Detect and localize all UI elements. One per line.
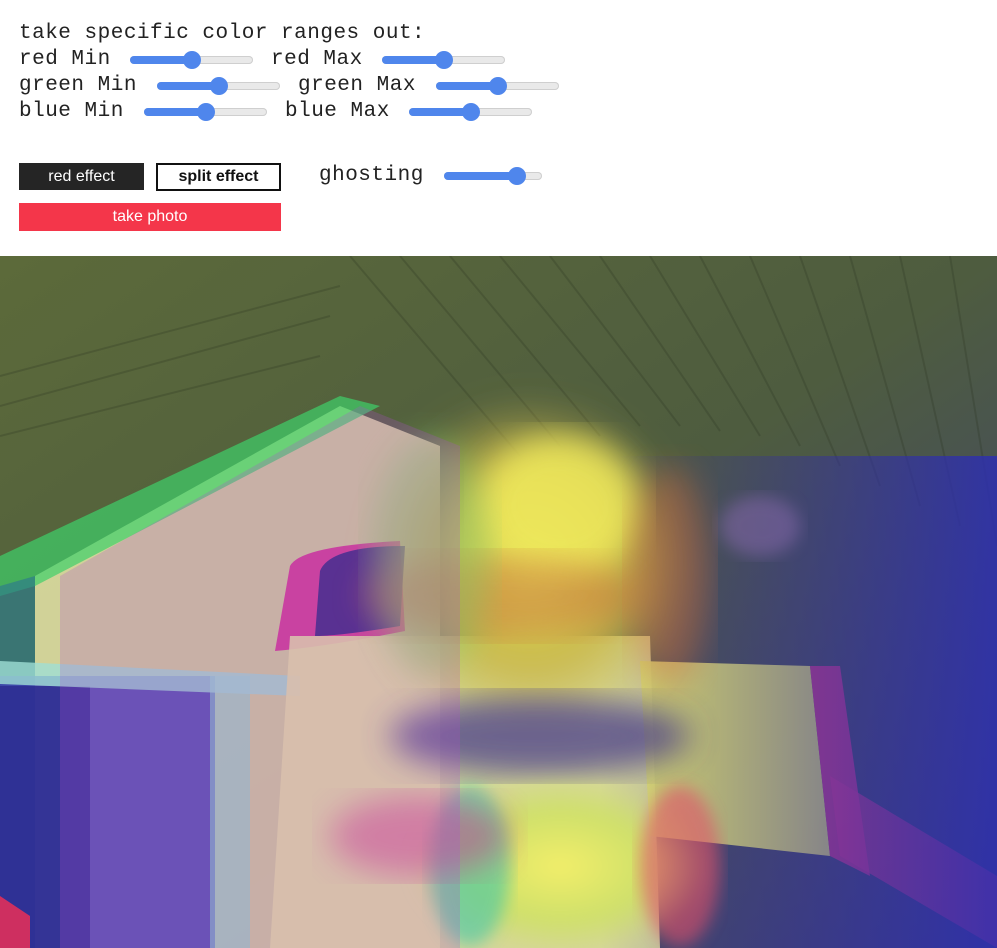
green-max-slider[interactable] xyxy=(436,77,559,95)
heading-text: take specific color ranges out: xyxy=(19,22,426,45)
controls-panel: take specific color ranges out: red Min … xyxy=(0,0,997,256)
slider-thumb[interactable] xyxy=(508,167,526,185)
slider-thumb[interactable] xyxy=(196,103,215,121)
blue-max-label: blue Max xyxy=(285,100,390,123)
green-min-slider[interactable] xyxy=(157,77,280,95)
take-photo-button[interactable]: take photo xyxy=(19,203,281,231)
slider-thumb[interactable] xyxy=(182,51,201,69)
blue-max-slider[interactable] xyxy=(409,103,532,121)
ghosting-label: ghosting xyxy=(319,164,424,187)
ghosting-slider[interactable] xyxy=(444,167,542,185)
slider-thumb[interactable] xyxy=(434,51,453,69)
slider-thumb[interactable] xyxy=(209,77,228,95)
red-max-label: red Max xyxy=(271,48,363,71)
red-min-label: red Min xyxy=(19,48,111,71)
blue-min-label: blue Min xyxy=(19,100,124,123)
red-max-slider[interactable] xyxy=(382,51,505,69)
slider-thumb[interactable] xyxy=(488,77,507,95)
red-effect-button[interactable]: red effect xyxy=(19,163,144,190)
green-max-label: green Max xyxy=(298,74,416,97)
red-min-slider[interactable] xyxy=(130,51,253,69)
green-min-label: green Min xyxy=(19,74,137,97)
camera-feed-image xyxy=(0,256,997,948)
slider-thumb[interactable] xyxy=(461,103,480,121)
slider-fill xyxy=(444,172,517,180)
camera-feed xyxy=(0,256,997,948)
blue-min-slider[interactable] xyxy=(144,103,267,121)
split-effect-button[interactable]: split effect xyxy=(156,163,281,191)
